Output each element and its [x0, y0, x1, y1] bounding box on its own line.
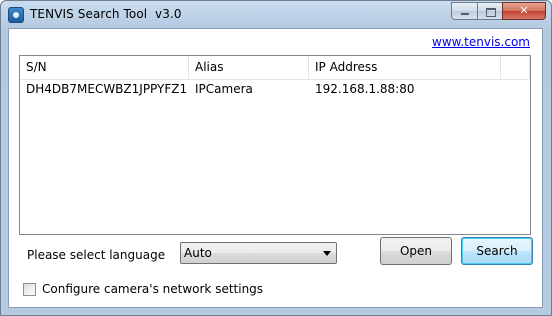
close-button[interactable]: ✕ — [502, 2, 546, 20]
column-header-spacer — [501, 56, 530, 79]
client-area: www.tenvis.com S/N Alias IP Address DH4D… — [8, 28, 543, 308]
tenvis-website-link[interactable]: www.tenvis.com — [432, 35, 530, 49]
device-list[interactable]: S/N Alias IP Address DH4DB7MECWBZ1JPPYFZ… — [19, 55, 531, 235]
language-selected-value: Auto — [184, 246, 212, 260]
maximize-icon — [486, 8, 496, 17]
caption-buttons: ✕ — [451, 2, 546, 20]
language-label: Please select language — [27, 248, 166, 262]
column-header-alias[interactable]: Alias — [189, 56, 309, 79]
minimize-button[interactable] — [451, 2, 477, 20]
close-icon: ✕ — [519, 4, 529, 17]
maximize-button[interactable] — [477, 2, 502, 20]
cell-ip-address: 192.168.1.88:80 — [315, 82, 415, 96]
column-header-ip-address[interactable]: IP Address — [309, 56, 501, 79]
search-button[interactable]: Search — [461, 237, 533, 265]
device-list-header: S/N Alias IP Address — [20, 56, 530, 80]
minimize-icon — [461, 13, 469, 15]
chevron-down-icon — [323, 251, 331, 256]
open-button[interactable]: Open — [380, 237, 452, 265]
window-title: TENVIS Search Tool v3.0 — [30, 7, 182, 21]
language-select[interactable]: Auto — [180, 242, 337, 264]
cell-alias: IPCamera — [195, 82, 253, 96]
table-row[interactable]: DH4DB7MECWBZ1JPPYFZ1 IPCamera 192.168.1.… — [20, 79, 530, 99]
network-settings-checkbox[interactable] — [23, 283, 36, 296]
app-window: TENVIS Search Tool v3.0 ✕ www.tenvis.com… — [0, 0, 552, 316]
title-bar[interactable]: TENVIS Search Tool v3.0 ✕ — [1, 1, 551, 29]
network-settings-label[interactable]: Configure camera's network settings — [42, 282, 263, 296]
app-camera-icon[interactable] — [8, 7, 24, 23]
cell-sn: DH4DB7MECWBZ1JPPYFZ1 — [26, 82, 188, 96]
column-header-sn[interactable]: S/N — [20, 56, 189, 79]
